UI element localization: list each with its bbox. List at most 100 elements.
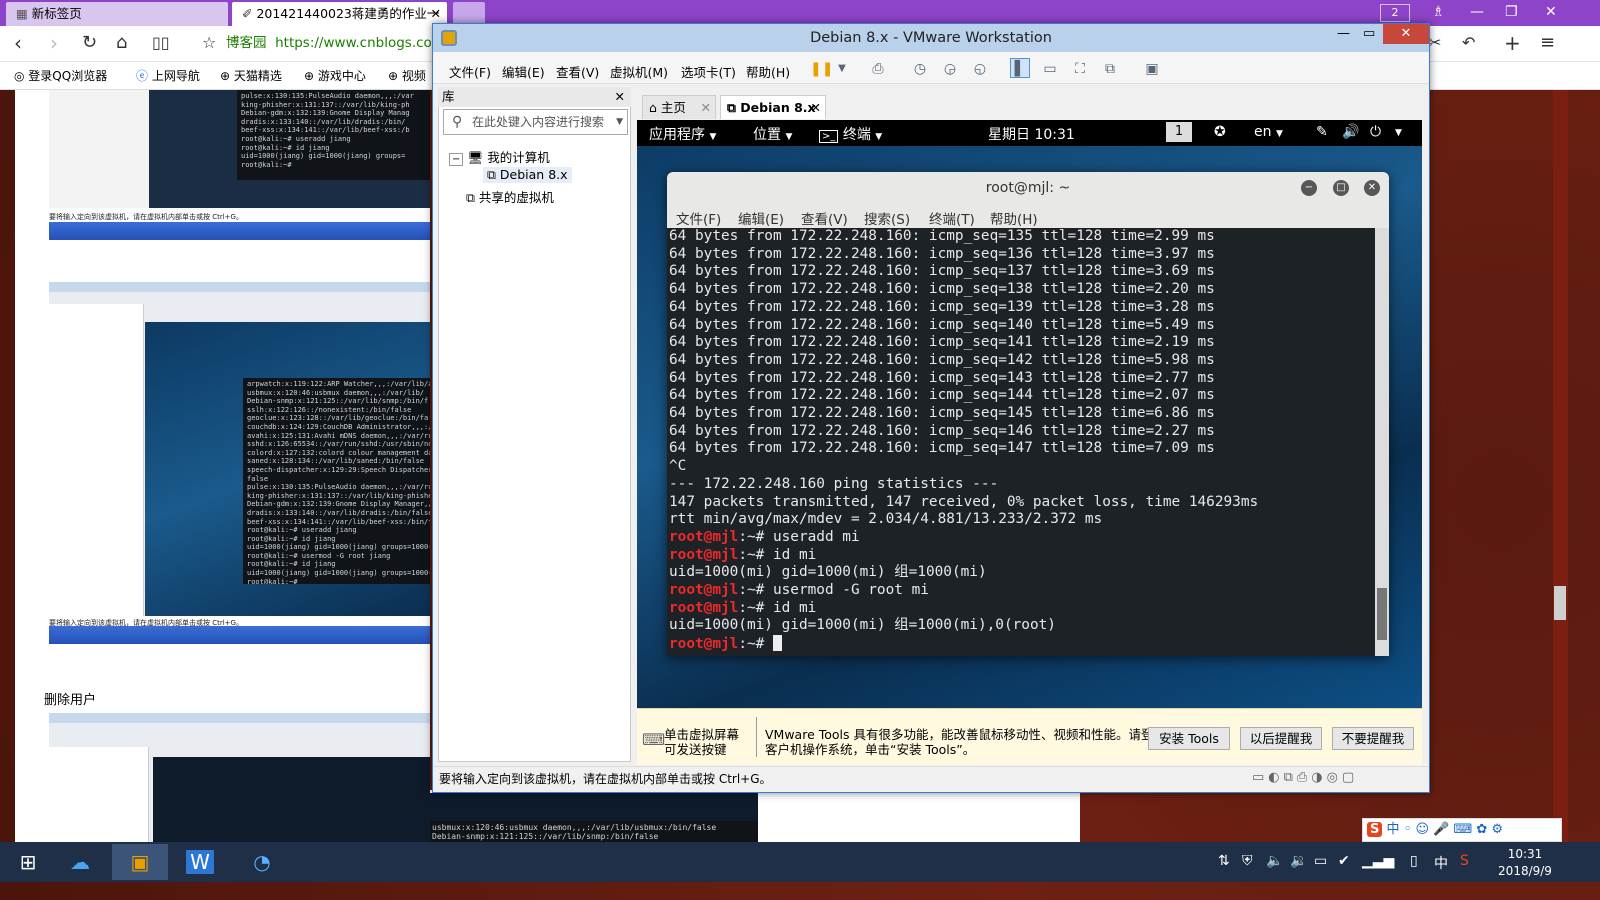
tray-monitor-icon[interactable]: ▭: [1314, 853, 1327, 869]
close-icon[interactable]: ✕: [1545, 4, 1557, 20]
pen-icon[interactable]: ✎: [1316, 124, 1328, 140]
tray-check-icon[interactable]: ✔: [1338, 853, 1350, 869]
maximize-button[interactable]: □: [1333, 180, 1349, 196]
reader-icon[interactable]: ▯▯: [152, 32, 170, 54]
remind-later-button[interactable]: 以后提醒我: [1240, 727, 1322, 750]
taskbar-clock-time[interactable]: 10:31: [1500, 847, 1550, 861]
back-icon[interactable]: ‹: [14, 32, 22, 54]
menu-vm[interactable]: 虚拟机(M): [610, 62, 668, 81]
chevron-down-icon[interactable]: ▼: [1395, 128, 1402, 138]
menu-view[interactable]: 查看(V): [556, 62, 599, 81]
pause-icon[interactable]: ❚❚: [810, 59, 833, 79]
term-menu-terminal[interactable]: 终端(T): [929, 208, 975, 228]
maximize-icon[interactable]: ▭: [1363, 26, 1375, 41]
never-remind-button[interactable]: 不要提醒我: [1332, 727, 1414, 750]
plus-icon[interactable]: +: [1504, 32, 1521, 54]
close-icon[interactable]: ✕: [811, 96, 821, 120]
workspace-indicator[interactable]: 1: [1166, 122, 1192, 142]
places-menu[interactable]: 位置 ▼: [753, 124, 792, 144]
tree-my-computer[interactable]: − 🖥 我的计算机: [449, 147, 550, 166]
terminal-scroll-thumb[interactable]: [1377, 588, 1387, 640]
tree-shared-vms[interactable]: ⧉ 共享的虚拟机: [466, 187, 554, 206]
volume-icon[interactable]: 🔊: [1342, 124, 1359, 140]
accessibility-icon[interactable]: ✪: [1214, 124, 1226, 140]
terminal-output[interactable]: 64 bytes from 172.22.248.160: icmp_seq=1…: [667, 228, 1375, 656]
term-menu-edit[interactable]: 编辑(E): [738, 208, 784, 228]
power-icon[interactable]: ⏻: [1370, 124, 1381, 140]
taskbar-qq-browser[interactable]: ◔: [234, 844, 290, 880]
tray-speaker-icon[interactable]: 🔈: [1266, 853, 1283, 869]
forward-icon[interactable]: ›: [50, 32, 58, 54]
browser-tab-homework[interactable]: ✐ 201421440023蒋建勇的作业一 ✕: [232, 2, 447, 26]
address-bar[interactable]: 博客园 https://www.cnblogs.com/: [226, 31, 466, 55]
taskbar-word[interactable]: W: [172, 844, 228, 880]
tray-sogou-icon[interactable]: S: [1460, 853, 1469, 869]
menu-file[interactable]: 文件(F): [449, 62, 491, 81]
language-menu[interactable]: en ▼: [1254, 124, 1283, 140]
close-button[interactable]: ✕: [1383, 24, 1429, 44]
snapshot-manager-icon[interactable]: ◵: [970, 59, 990, 79]
tray-battery-icon[interactable]: ▯: [1410, 853, 1418, 869]
tab-counter-badge[interactable]: 2: [1380, 4, 1410, 22]
term-menu-file[interactable]: 文件(F): [676, 208, 721, 228]
chevron-down-icon[interactable]: ▼: [616, 110, 623, 134]
taskbar-vmware[interactable]: ▣: [112, 844, 168, 880]
menu-help[interactable]: 帮助(H): [746, 62, 790, 81]
tray-shield-icon[interactable]: ⛨: [1242, 853, 1253, 869]
browser-tab-newtab[interactable]: ▦ 新标签页: [6, 2, 228, 26]
reload-icon[interactable]: ↻: [82, 32, 97, 54]
taskbar-baidu-netdisk[interactable]: ☁: [52, 844, 108, 880]
menu-tabs[interactable]: 选项卡(T): [681, 62, 736, 81]
menu-edit[interactable]: 编辑(E): [502, 62, 545, 81]
minimize-icon[interactable]: —: [1470, 4, 1484, 20]
page-scrollbar[interactable]: [1553, 90, 1568, 844]
close-button[interactable]: ✕: [1364, 180, 1380, 196]
tray-signal-icon[interactable]: ▁▃▅: [1362, 853, 1394, 869]
fullscreen-icon[interactable]: ⛶: [1070, 59, 1090, 79]
console-view-icon[interactable]: ▣: [1142, 59, 1162, 79]
close-icon[interactable]: ✕: [615, 87, 625, 107]
page-scroll-thumb[interactable]: [1554, 586, 1566, 620]
taskbar-clock-date[interactable]: 2018/9/9: [1492, 864, 1558, 878]
minimize-button[interactable]: −: [1301, 180, 1317, 196]
snapshot-icon[interactable]: ◷: [910, 59, 930, 79]
tray-ime-label[interactable]: 中: [1434, 853, 1448, 873]
bookmark-qq-login[interactable]: ◎ 登录QQ浏览器: [14, 67, 107, 84]
device-icons[interactable]: ▭◐⧉⎙◑◎▢: [1252, 770, 1358, 785]
tree-vm-debian[interactable]: ⧉ Debian 8.x: [483, 167, 572, 183]
revert-snapshot-icon[interactable]: ◶: [940, 59, 960, 79]
tray-network-icon[interactable]: ⇅: [1218, 853, 1230, 869]
tab-debian[interactable]: ⧉ Debian 8.x ✕: [720, 95, 826, 119]
clock[interactable]: 星期日 10:31: [988, 124, 1075, 144]
close-icon[interactable]: ✕: [701, 96, 711, 120]
undo-icon[interactable]: ↶: [1462, 32, 1475, 54]
start-button[interactable]: ⊞: [0, 844, 56, 880]
bookmark-video[interactable]: ⊕ 视频: [388, 67, 426, 84]
home-icon[interactable]: ⌂: [116, 32, 127, 54]
tab-home[interactable]: ⌂ 主页 ✕: [642, 95, 716, 119]
term-menu-view[interactable]: 查看(V): [801, 208, 848, 228]
chevron-down-icon[interactable]: ▼: [832, 59, 852, 79]
applications-menu[interactable]: 应用程序 ▼: [649, 124, 716, 144]
collapse-icon[interactable]: −: [449, 153, 464, 166]
bookmark-tmall[interactable]: ⊕ 天猫精选: [220, 67, 282, 84]
thumbnail-bar-icon[interactable]: ▭: [1040, 59, 1060, 79]
minimize-icon[interactable]: —: [1337, 26, 1350, 41]
menu-icon[interactable]: ≡: [1540, 32, 1555, 54]
restore-icon[interactable]: ❐: [1505, 4, 1518, 20]
unity-icon[interactable]: ⧉: [1100, 59, 1120, 79]
term-menu-help[interactable]: 帮助(H): [990, 208, 1038, 228]
send-ctrl-alt-del-icon[interactable]: ⎙: [868, 59, 888, 79]
bookmark-games[interactable]: ⊕ 游戏中心: [304, 67, 366, 84]
star-icon[interactable]: ☆: [202, 32, 216, 54]
install-tools-button[interactable]: 安装 Tools: [1148, 727, 1230, 750]
show-library-icon[interactable]: ▌: [1010, 58, 1030, 78]
term-menu-search[interactable]: 搜索(S): [864, 208, 910, 228]
ime-toolbar[interactable]: S 中 ◦ ☺ 🎤 ⌨ ✿ ⚙: [1362, 818, 1562, 842]
shirt-icon[interactable]: ♗: [1432, 4, 1445, 20]
library-search-input[interactable]: ⚲ 在此处键入内容进行搜索 ▼: [443, 109, 628, 135]
terminal-app-menu[interactable]: >_ 终端 ▼: [819, 124, 882, 144]
bookmark-navigation[interactable]: ⓔ 上网导航: [136, 67, 200, 84]
tray-volume-icon[interactable]: 🔉: [1290, 853, 1307, 869]
scissors-icon[interactable]: ✂: [1428, 32, 1441, 54]
